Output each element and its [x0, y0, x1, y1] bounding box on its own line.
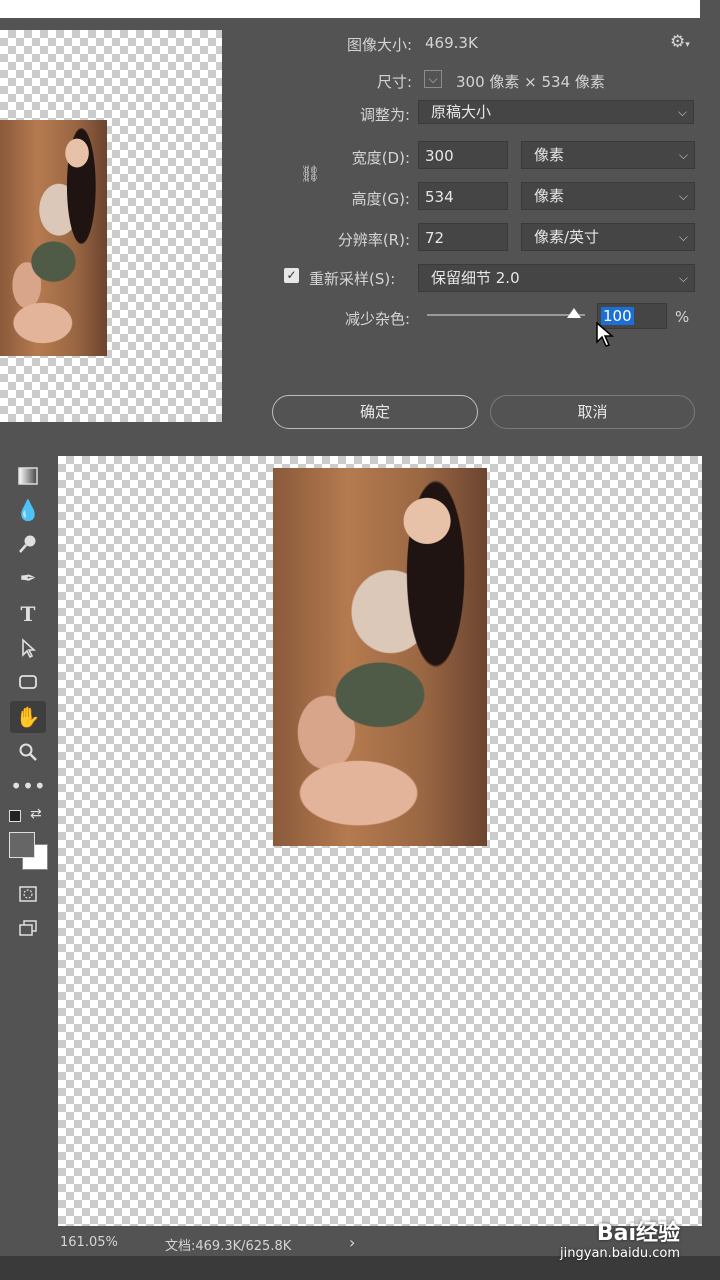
default-colors-icon[interactable]: [9, 810, 21, 822]
swap-colors-icon[interactable]: ⇄: [30, 806, 42, 822]
cancel-label: 取消: [577, 403, 608, 421]
document-info: 文档:469.3K/625.8K: [165, 1239, 292, 1254]
watermark-url: jingyan.baidu.com: [560, 1246, 680, 1261]
ok-button[interactable]: 确定: [272, 395, 478, 429]
width-value: 300: [425, 147, 454, 165]
zoom-level[interactable]: 161.05%: [60, 1235, 118, 1250]
reduce-noise-label: 减少杂色:: [344, 310, 410, 328]
preview-image: [0, 120, 107, 356]
screen-mode-icon[interactable]: [10, 912, 46, 944]
width-input[interactable]: 300: [418, 141, 508, 169]
dimensions-value: 300 像素 × 534 像素: [456, 73, 605, 91]
ok-label: 确定: [359, 403, 390, 421]
height-label: 高度(G):: [351, 190, 410, 208]
type-tool-icon[interactable]: T: [10, 598, 46, 630]
resolution-input[interactable]: 72: [418, 223, 508, 251]
height-value: 534: [425, 188, 454, 206]
image-size-label: 图像大小:: [346, 36, 412, 54]
chevron-down-icon: ⌵: [678, 271, 688, 285]
resolution-unit-value: 像素/英寸: [534, 228, 600, 246]
percent-unit: %: [675, 308, 690, 326]
chevron-down-icon: ⌵: [678, 148, 688, 162]
baidu-jingyan-logo: Bai经验: [596, 1221, 680, 1246]
resample-checkbox[interactable]: ✓: [284, 268, 299, 283]
path-selection-tool-icon[interactable]: [10, 632, 46, 664]
foreground-color-swatch[interactable]: [9, 832, 35, 858]
rectangle-tool-icon[interactable]: [10, 666, 46, 698]
width-label: 宽度(D):: [351, 149, 410, 167]
width-unit-value: 像素: [534, 146, 565, 164]
chevron-down-icon: ⌵: [678, 230, 688, 244]
height-unit-value: 像素: [534, 187, 565, 205]
dimensions-unit-dropdown-icon[interactable]: ⌵: [424, 70, 442, 88]
resample-label: 重新采样(S):: [309, 270, 396, 288]
tools-panel: 💧 ✒ T ✋ ••• ⇄: [0, 456, 55, 1236]
cancel-button[interactable]: 取消: [490, 395, 695, 429]
height-input[interactable]: 534: [418, 182, 508, 210]
dimensions-label: 尺寸:: [376, 73, 412, 91]
fit-to-label: 调整为:: [359, 106, 410, 124]
height-unit-select[interactable]: 像素 ⌵: [521, 182, 695, 210]
image-size-value: 469.3K: [425, 34, 478, 52]
reduce-noise-slider[interactable]: [427, 314, 585, 316]
hand-tool-icon[interactable]: ✋: [10, 701, 46, 733]
resample-value: 保留细节 2.0: [431, 269, 520, 287]
resolution-unit-select[interactable]: 像素/英寸 ⌵: [521, 223, 695, 251]
fit-to-value: 原稿大小: [431, 103, 492, 121]
document-top-strip: [0, 0, 720, 18]
dialog-preview[interactable]: [0, 30, 222, 422]
zoom-tool-icon[interactable]: [10, 736, 46, 768]
width-unit-select[interactable]: 像素 ⌵: [521, 141, 695, 169]
resolution-label: 分辨率(R):: [337, 231, 410, 249]
slider-thumb[interactable]: [566, 308, 581, 318]
document-canvas[interactable]: [58, 456, 702, 1226]
more-tools-icon[interactable]: •••: [10, 770, 46, 802]
status-menu-arrow-icon[interactable]: ›: [349, 1233, 355, 1252]
blur-tool-icon[interactable]: 💧: [10, 494, 46, 526]
resolution-value: 72: [425, 229, 445, 247]
image-size-dialog: 图像大小: 469.3K ⚙▾ 尺寸: ⌵ 300 像素 × 534 像素 调整…: [0, 18, 710, 456]
chevron-down-icon: ⌵: [678, 189, 688, 203]
chevron-down-icon: ⌵: [677, 105, 687, 119]
dodge-tool-icon[interactable]: [10, 528, 46, 560]
pen-tool-icon[interactable]: ✒: [10, 562, 46, 594]
gradient-tool-icon[interactable]: [10, 460, 46, 492]
fit-to-select[interactable]: 原稿大小 ⌵: [418, 100, 694, 124]
resample-select[interactable]: 保留细节 2.0 ⌵: [418, 264, 695, 292]
gear-icon[interactable]: ⚙▾: [670, 32, 690, 52]
canvas-image: [273, 468, 487, 846]
quick-mask-icon[interactable]: [10, 878, 46, 910]
mouse-cursor-icon: [596, 322, 614, 347]
